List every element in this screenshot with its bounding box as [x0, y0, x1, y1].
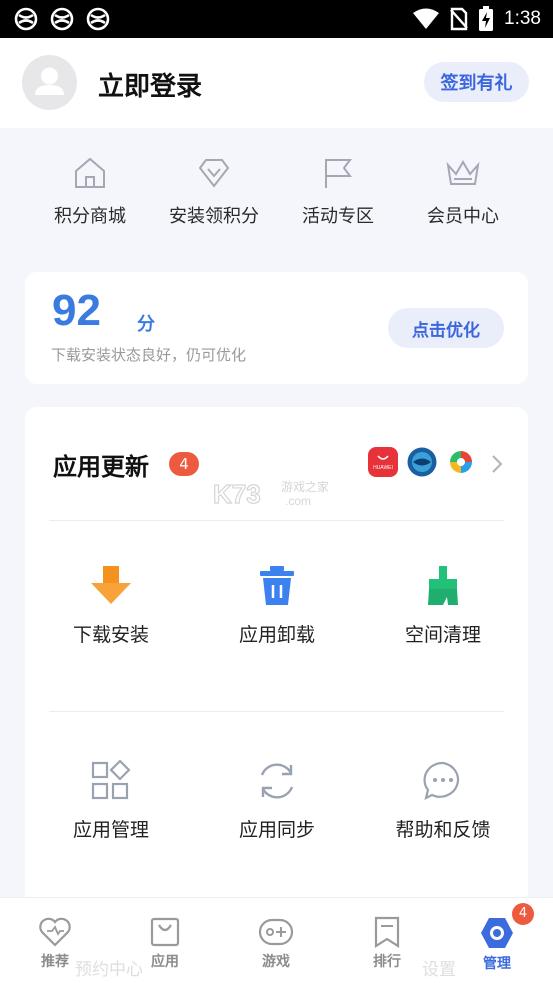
nav-label: 排行: [373, 954, 401, 970]
uninstall-tool[interactable]: 应用卸载: [202, 564, 352, 647]
avatar[interactable]: [22, 55, 77, 110]
obscured-label: 设置: [422, 960, 456, 980]
score-unit: 分: [137, 314, 155, 335]
heart-icon: [39, 917, 71, 947]
status-bar: 1:38: [0, 0, 553, 38]
watermark-text: K73: [213, 479, 261, 509]
app-grid-icon: [91, 759, 131, 800]
divider: [49, 711, 504, 712]
app-management-tool[interactable]: 应用管理: [36, 759, 186, 842]
update-count-badge: 4: [169, 452, 199, 476]
wifi-icon: [413, 8, 440, 29]
download-install-tool[interactable]: 下载安装: [36, 564, 186, 647]
system-status: 1:38: [412, 6, 541, 32]
nav-label: 管理: [483, 956, 511, 972]
watermark: K73 游戏之家 .com: [212, 475, 348, 519]
watermark-logo: K73 游戏之家 .com: [212, 478, 329, 509]
sync-icon: [260, 763, 294, 799]
divider: [49, 520, 504, 521]
nav-ranking[interactable]: 排行: [347, 916, 427, 971]
gamepad-icon: [258, 918, 294, 946]
clock: 1:38: [504, 8, 541, 29]
nav-label: 游戏: [262, 954, 290, 970]
trash-icon: [260, 566, 294, 605]
quick-entry-label: 会员中心: [427, 206, 499, 227]
user-avatar-icon: [35, 67, 64, 95]
watermark-domain: .com: [285, 494, 311, 508]
manage-card: 应用更新 4 HUAWEI K73 游戏之家 .com 下载安装 应用卸载 空间…: [25, 407, 528, 927]
color-ring-app-icon: [446, 447, 476, 477]
watermark-sub: 游戏之家: [281, 479, 329, 494]
login-link[interactable]: 立即登录: [98, 66, 202, 103]
tool-label: 应用管理: [72, 819, 149, 841]
checkin-button[interactable]: 签到有礼: [424, 62, 529, 102]
chat-bubble-icon: [423, 761, 460, 801]
app-updates-title[interactable]: 应用更新: [53, 447, 149, 482]
quick-entry-member-center[interactable]: 会员中心: [408, 156, 518, 228]
no-sim-icon: [450, 7, 468, 31]
nav-recommend[interactable]: 推荐: [15, 916, 95, 971]
notification-icons: [14, 7, 110, 31]
tool-label: 应用卸载: [238, 624, 315, 646]
chevron-right-icon[interactable]: [490, 453, 504, 475]
nav-apps[interactable]: 应用: [125, 916, 205, 971]
quick-entry-label: 积分商城: [54, 206, 126, 227]
quick-entry-label: 活动专区: [302, 206, 374, 227]
nav-games[interactable]: 游戏: [236, 916, 316, 971]
bookmark-icon: [374, 916, 400, 948]
quick-entry-label: 安装领积分: [169, 206, 259, 227]
diamond-icon: [198, 159, 230, 188]
login-header: 立即登录 签到有礼: [0, 38, 553, 128]
shopping-bag-icon: [150, 917, 180, 947]
globe-app-icon: [407, 447, 437, 477]
nav-manage-badge: 4: [512, 903, 534, 925]
help-feedback-tool[interactable]: 帮助和反馈: [368, 759, 518, 842]
update-app-icons[interactable]: HUAWEI: [368, 447, 476, 477]
bottom-navigation: 预约中心 设置 推荐 应用 游戏 排行 管理: [0, 897, 553, 983]
huawei-appgallery-icon: HUAWEI: [368, 447, 398, 477]
nav-label: 应用: [151, 954, 179, 970]
house-icon: [75, 157, 105, 188]
broom-icon: [428, 566, 458, 605]
app-screen: 1:38 立即登录 签到有礼 积分商城 安装领积分 活动专区 会员中心 92 分…: [0, 0, 553, 983]
crown-icon: [446, 160, 480, 185]
hexagon-gear-icon: [481, 918, 513, 948]
optimize-button[interactable]: 点击优化: [388, 308, 504, 348]
tool-label: 空间清理: [404, 624, 481, 646]
download-icon: [91, 566, 131, 604]
flag-icon: [325, 159, 352, 188]
nav-label: 推荐: [41, 954, 69, 970]
app-notification-icon: [50, 7, 74, 31]
score-value: 92: [52, 286, 101, 335]
score-description: 下载安装状态良好，仍可优化: [51, 346, 247, 364]
tool-label: 应用同步: [238, 819, 315, 841]
space-cleanup-tool[interactable]: 空间清理: [368, 564, 518, 647]
tool-label: 下载安装: [72, 624, 149, 646]
app-sync-tool[interactable]: 应用同步: [202, 759, 352, 842]
score-card: 92 分 下载安装状态良好，仍可优化 点击优化: [25, 272, 528, 384]
quick-entry-install-points[interactable]: 安装领积分: [159, 156, 269, 228]
quick-entry-activities[interactable]: 活动专区: [283, 156, 393, 228]
tool-label: 帮助和反馈: [395, 819, 491, 841]
app-notification-icon: [14, 7, 38, 31]
app-notification-icon: [86, 7, 110, 31]
quick-entries: 积分商城 安装领积分 活动专区 会员中心: [0, 128, 553, 248]
battery-charging-icon: [479, 6, 494, 31]
quick-entry-points-mall[interactable]: 积分商城: [35, 156, 145, 228]
huawei-text: HUAWEI: [373, 465, 393, 471]
